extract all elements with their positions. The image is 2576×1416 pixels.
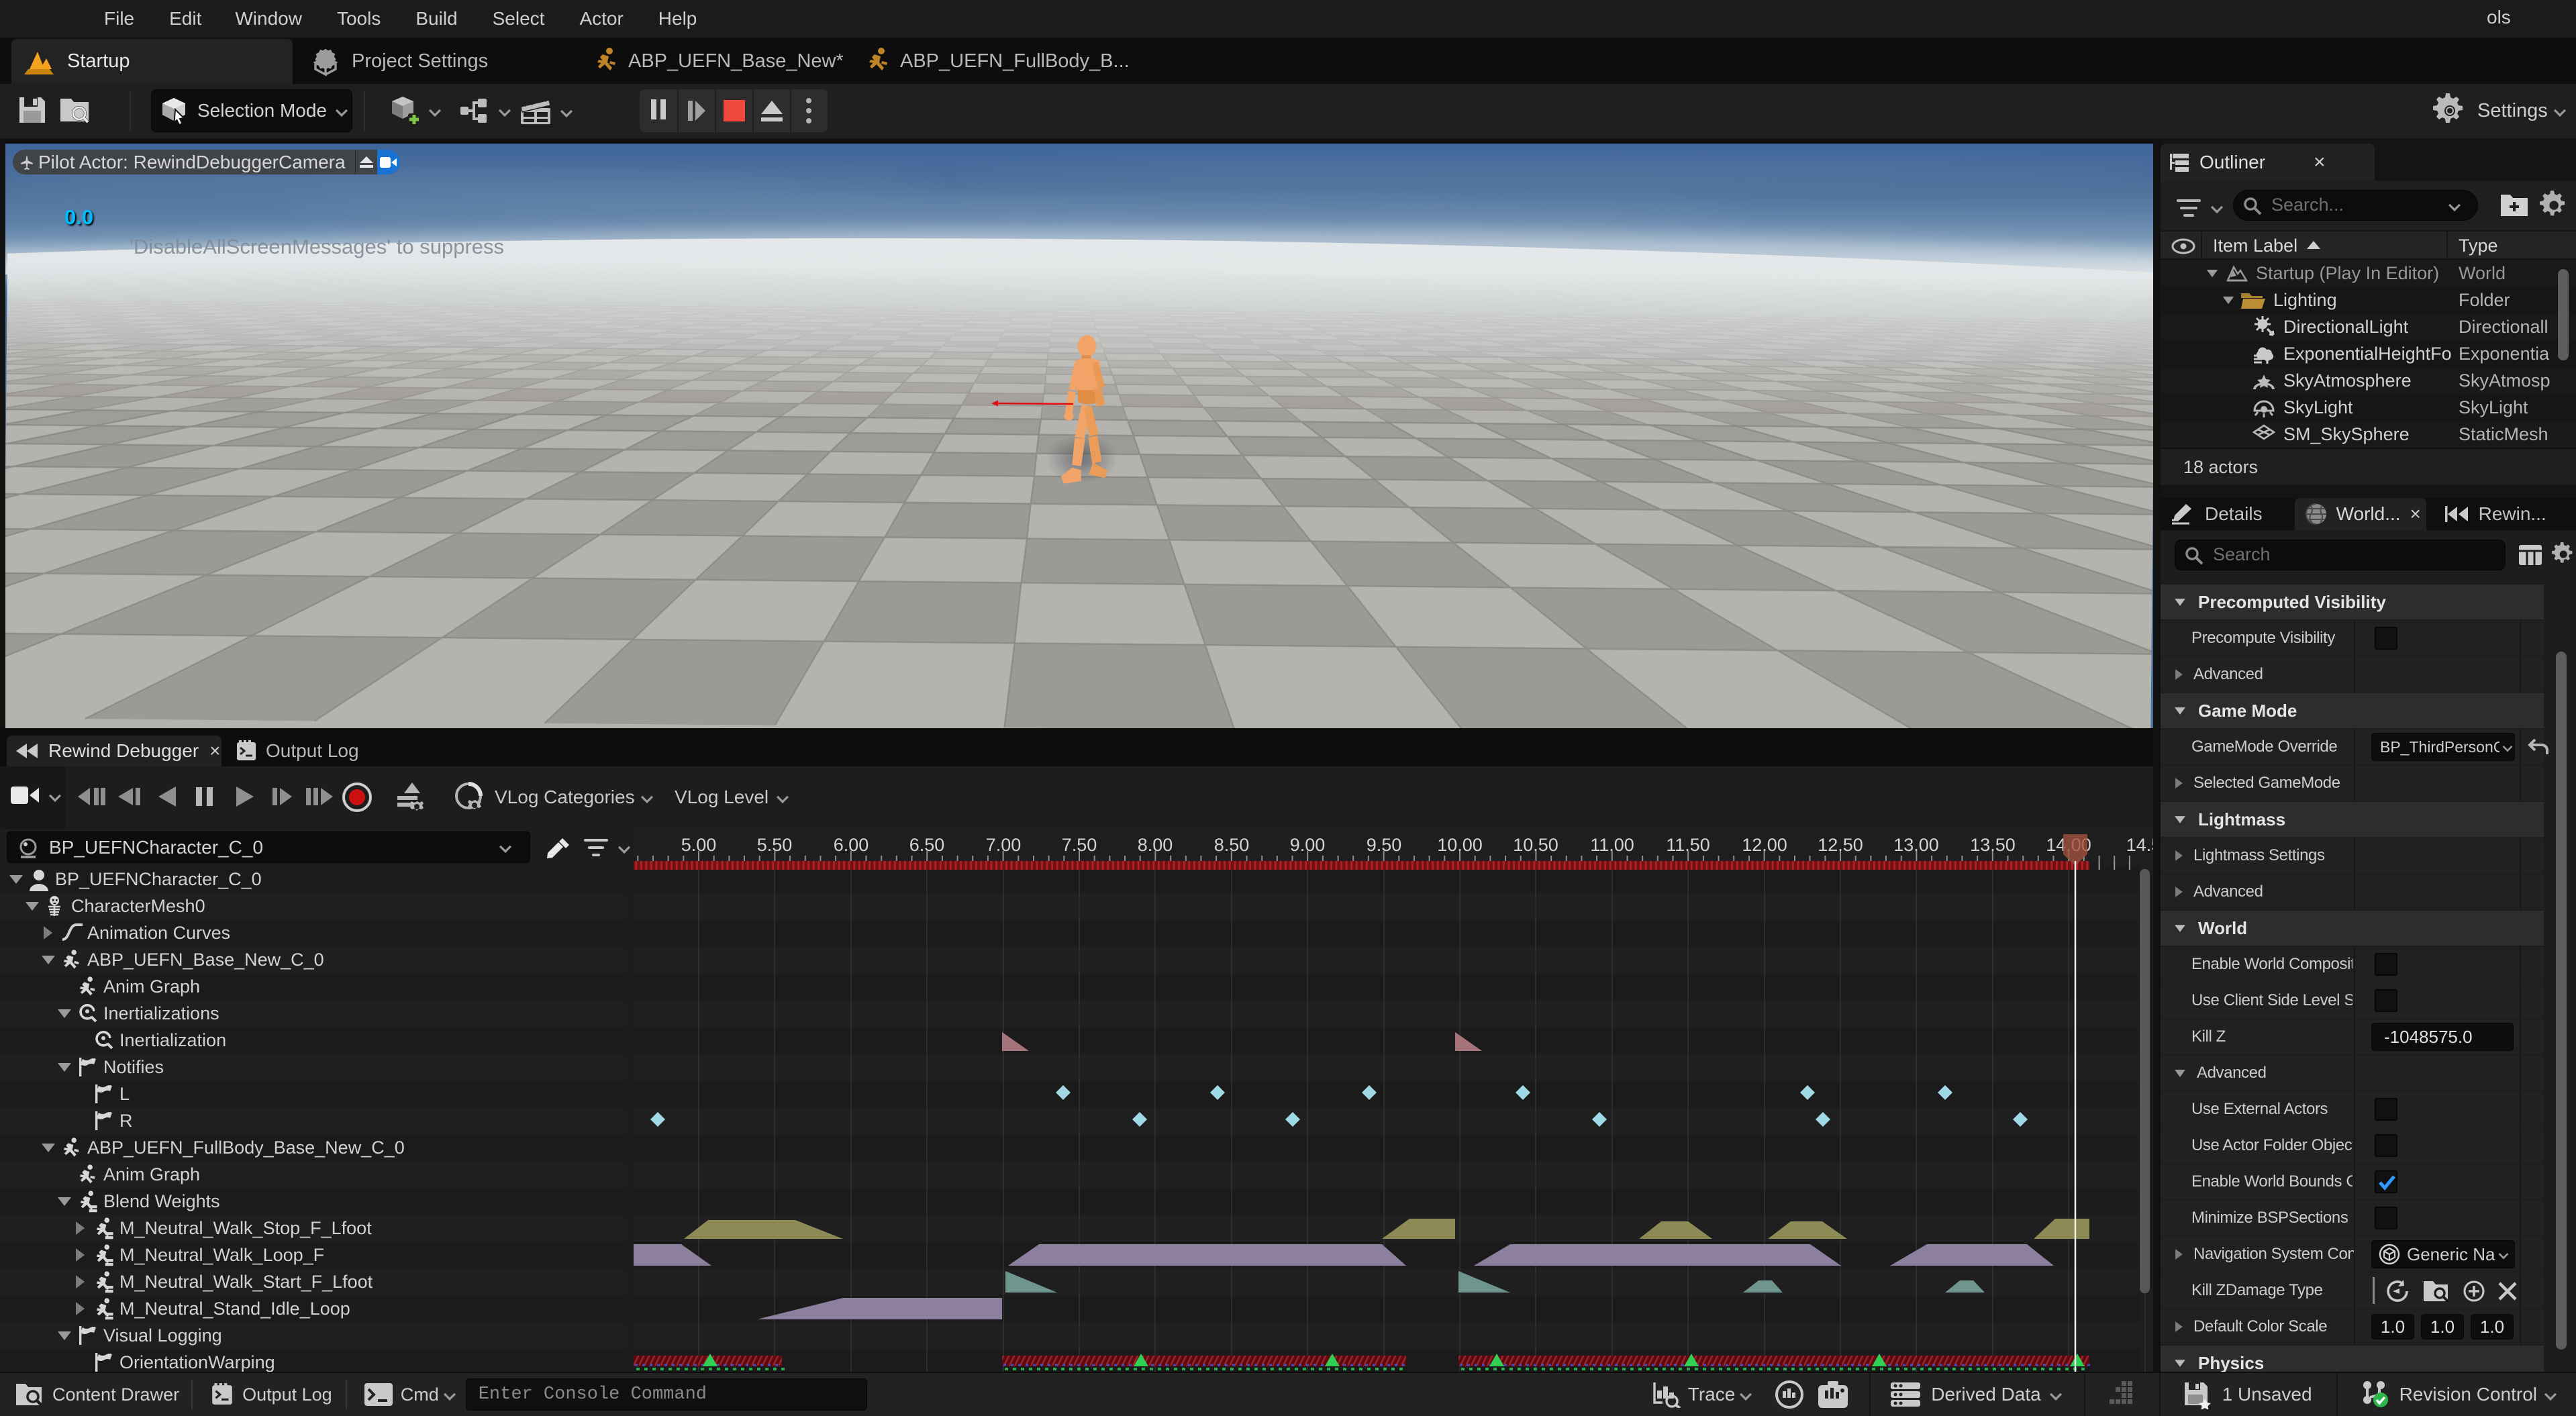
svg-text:11.50: 11.50 [1666,835,1710,855]
svg-text:10.50: 10.50 [1513,835,1558,855]
svg-text:7.00: 7.00 [986,835,1022,855]
svg-text:8.00: 8.00 [1138,835,1173,855]
svg-text:9.50: 9.50 [1367,835,1402,855]
svg-text:12.00: 12.00 [1742,835,1787,855]
svg-text:6.50: 6.50 [909,835,945,855]
svg-text:12.50: 12.50 [1818,835,1863,855]
svg-text:5.50: 5.50 [757,835,793,855]
svg-text:5.00: 5.00 [681,835,717,855]
svg-text:11.00: 11.00 [1590,835,1634,855]
svg-text:10.00: 10.00 [1437,835,1483,855]
svg-text:13.00: 13.00 [1893,835,1939,855]
svg-text:8.50: 8.50 [1214,835,1250,855]
svg-text:6.00: 6.00 [834,835,869,855]
svg-text:9.00: 9.00 [1290,835,1326,855]
svg-text:7.50: 7.50 [1062,835,1097,855]
svg-text:13.50: 13.50 [1970,835,2016,855]
svg-text:14.5: 14.5 [2126,835,2153,855]
